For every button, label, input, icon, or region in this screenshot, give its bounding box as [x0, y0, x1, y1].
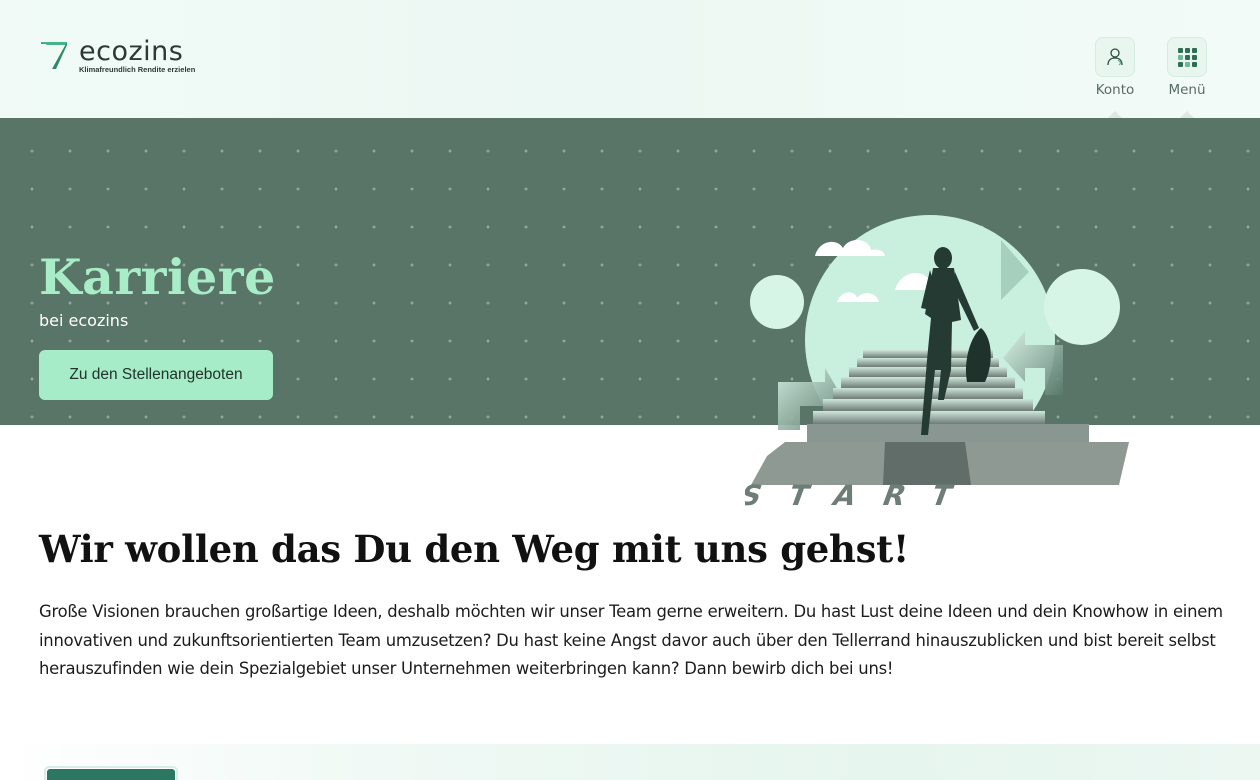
konto-button[interactable]: Konto [1085, 37, 1145, 118]
logo[interactable]: ecozins Klimafreundlich Rendite erzielen [39, 36, 196, 74]
menu-caret [1180, 111, 1194, 118]
next-section-card-header [47, 769, 175, 780]
konto-caret [1108, 111, 1122, 118]
konto-icon-box[interactable] [1095, 37, 1135, 77]
menu-icon-box[interactable] [1167, 37, 1207, 77]
logo-name: ecozins [79, 36, 184, 67]
logo-text: ecozins Klimafreundlich Rendite erzielen [79, 36, 196, 74]
grid-menu-icon [1177, 47, 1197, 67]
user-icon [1107, 48, 1123, 66]
hero-title: Karriere [39, 248, 276, 306]
job-offers-button[interactable]: Zu den Stellenangeboten [39, 350, 273, 400]
menu-button[interactable]: Menü [1157, 37, 1217, 118]
ecozins-logo-icon [41, 42, 67, 69]
intro-paragraph: Große Visionen brauchen großartige Ideen… [39, 602, 1223, 679]
section-headline: Wir wollen das Du den Weg mit uns gehst! [39, 527, 909, 571]
hero-subtitle: bei ecozins [39, 311, 129, 330]
career-staircase-illustration: START [745, 215, 1129, 510]
next-section-band [0, 744, 1260, 780]
site-header: ecozins Klimafreundlich Rendite erzielen… [0, 0, 1260, 118]
menu-label: Menü [1168, 82, 1206, 98]
konto-label: Konto [1095, 82, 1135, 98]
logo-tagline: Klimafreundlich Rendite erzielen [79, 65, 196, 74]
